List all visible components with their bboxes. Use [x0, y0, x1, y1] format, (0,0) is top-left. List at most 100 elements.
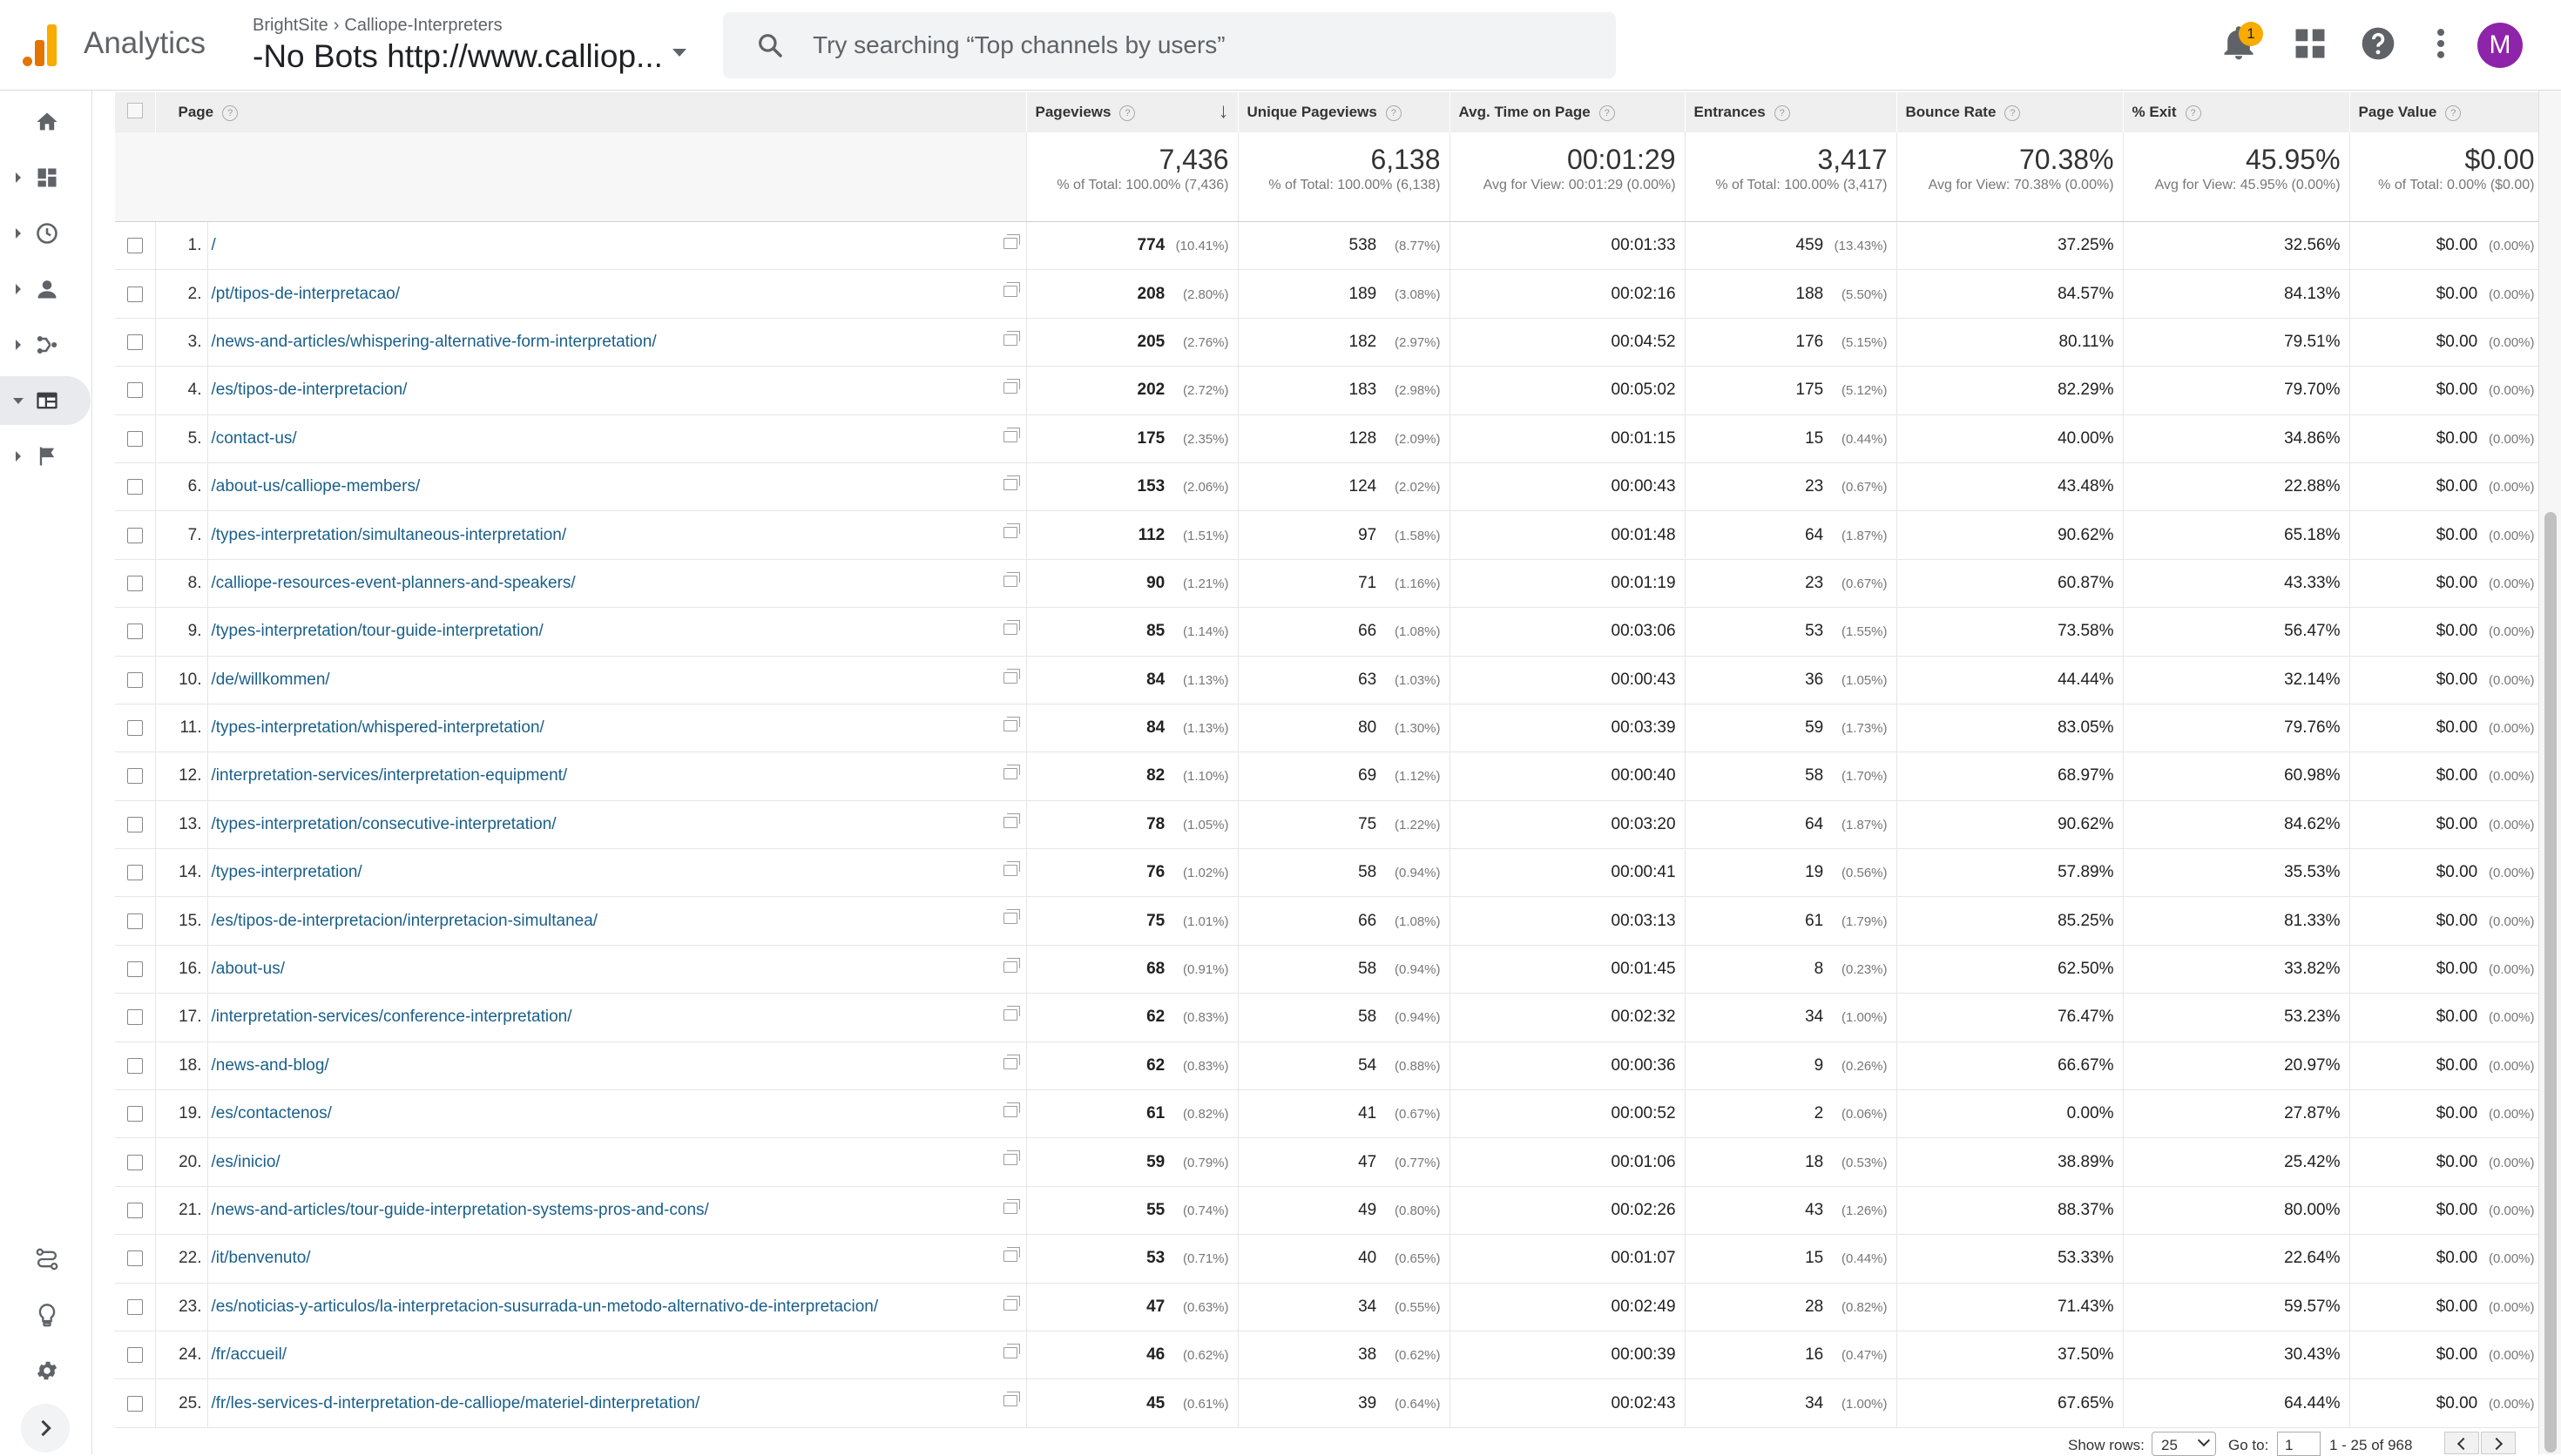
col-header-avg-time[interactable]: Avg. Time on Page?: [1449, 92, 1686, 132]
goto-input[interactable]: 1: [2277, 1432, 2321, 1456]
row-checkbox[interactable]: [115, 896, 156, 946]
row-checkbox[interactable]: [115, 318, 156, 367]
open-external-icon[interactable]: [1003, 1392, 1020, 1407]
col-header-pageviews[interactable]: Pageviews? ↓: [1026, 92, 1239, 132]
page-link[interactable]: /about-us/calliope-members/: [212, 477, 421, 495]
open-external-icon[interactable]: [1003, 1198, 1020, 1214]
scrollbar-thumb[interactable]: [2544, 512, 2557, 1453]
page-link[interactable]: /fr/accueil/: [212, 1345, 287, 1364]
open-external-icon[interactable]: [1003, 620, 1020, 636]
rail-realtime[interactable]: [0, 209, 92, 258]
open-external-icon[interactable]: [1003, 523, 1020, 539]
help-icon[interactable]: ?: [2004, 104, 2021, 121]
select-all-checkbox[interactable]: [115, 92, 156, 132]
row-checkbox[interactable]: [115, 607, 156, 657]
col-header-page-value[interactable]: Page Value?: [2349, 92, 2544, 132]
page-link[interactable]: /fr/les-services-d-interpretation-de-cal…: [212, 1394, 700, 1412]
analytics-logo[interactable]: [23, 24, 57, 66]
page-link[interactable]: /pt/tipos-de-interpretacao/: [212, 285, 401, 303]
row-checkbox[interactable]: [115, 1041, 156, 1091]
row-checkbox[interactable]: [115, 1186, 156, 1236]
search-input[interactable]: Try searching “Top channels by users”: [813, 31, 1226, 59]
page-link[interactable]: /types-interpretation/simultaneous-inter…: [212, 526, 567, 544]
next-page-button[interactable]: [2481, 1432, 2516, 1454]
open-external-icon[interactable]: [1003, 765, 1020, 780]
page-link[interactable]: /es/noticias-y-articulos/la-interpretaci…: [212, 1298, 879, 1316]
row-checkbox[interactable]: [115, 221, 156, 271]
page-link[interactable]: /contact-us/: [212, 429, 297, 448]
avatar[interactable]: M: [2477, 23, 2523, 68]
sort-desc-icon[interactable]: ↓: [1219, 99, 1229, 124]
page-link[interactable]: /es/tipos-de-interpretacion/interpretaci…: [212, 912, 598, 930]
open-external-icon[interactable]: [1003, 1006, 1020, 1021]
row-checkbox[interactable]: [115, 1234, 156, 1284]
rail-attribution[interactable]: [0, 1235, 92, 1284]
page-link[interactable]: /es/contactenos/: [212, 1104, 332, 1122]
view-selector[interactable]: -No Bots http://www.calliop...: [253, 38, 663, 75]
row-checkbox[interactable]: [115, 752, 156, 801]
page-link[interactable]: /: [212, 236, 216, 254]
caret-down-icon[interactable]: [672, 49, 686, 57]
help-icon[interactable]: ?: [2445, 104, 2462, 121]
col-header-bounce-rate[interactable]: Bounce Rate?: [1896, 92, 2124, 132]
open-external-icon[interactable]: [1003, 379, 1020, 394]
open-external-icon[interactable]: [1003, 1102, 1020, 1118]
page-link[interactable]: /types-interpretation/tour-guide-interpr…: [212, 622, 544, 640]
open-external-icon[interactable]: [1003, 282, 1020, 298]
open-external-icon[interactable]: [1003, 1343, 1020, 1358]
row-checkbox[interactable]: [115, 1283, 156, 1331]
page-link[interactable]: /news-and-blog/: [212, 1056, 329, 1075]
row-checkbox[interactable]: [115, 415, 156, 463]
row-checkbox[interactable]: [115, 800, 156, 850]
row-checkbox[interactable]: [115, 656, 156, 704]
open-external-icon[interactable]: [1003, 330, 1020, 346]
page-link[interactable]: /about-us/: [212, 960, 286, 978]
row-checkbox[interactable]: [115, 510, 156, 560]
open-external-icon[interactable]: [1003, 234, 1020, 249]
page-link[interactable]: /types-interpretation/consecutive-interp…: [212, 815, 557, 833]
page-link[interactable]: /de/willkommen/: [212, 671, 330, 689]
rail-discover[interactable]: [0, 1291, 92, 1339]
row-checkbox[interactable]: [115, 559, 156, 609]
open-external-icon[interactable]: [1003, 957, 1020, 973]
help-icon[interactable]: [2359, 24, 2397, 63]
open-external-icon[interactable]: [1003, 1150, 1020, 1166]
rail-home[interactable]: [0, 98, 92, 146]
row-checkbox[interactable]: [115, 1378, 156, 1428]
rail-customization[interactable]: [0, 153, 92, 202]
col-header-unique-pageviews[interactable]: Unique Pageviews?: [1238, 92, 1450, 132]
show-rows-select[interactable]: 25: [2152, 1432, 2216, 1456]
open-external-icon[interactable]: [1003, 475, 1020, 490]
row-checkbox[interactable]: [115, 848, 156, 898]
row-checkbox[interactable]: [115, 269, 156, 319]
prev-page-button[interactable]: [2444, 1432, 2479, 1454]
page-link[interactable]: /news-and-articles/tour-guide-interpreta…: [212, 1201, 709, 1219]
row-checkbox[interactable]: [115, 704, 156, 753]
page-link[interactable]: /es/inicio/: [212, 1153, 280, 1171]
page-link[interactable]: /types-interpretation/whispered-interpre…: [212, 718, 544, 737]
page-link[interactable]: /it/benvenuto/: [212, 1249, 311, 1267]
more-vert-icon[interactable]: [2422, 24, 2460, 63]
page-scrollbar[interactable]: [2538, 91, 2561, 1454]
row-checkbox[interactable]: [115, 945, 156, 994]
search-bar[interactable]: Try searching “Top channels by users”: [723, 12, 1616, 78]
page-link[interactable]: /news-and-articles/whispering-alternativ…: [212, 333, 657, 351]
page-link[interactable]: /interpretation-services/conference-inte…: [212, 1008, 572, 1026]
row-checkbox[interactable]: [115, 366, 156, 415]
rail-admin[interactable]: [0, 1346, 92, 1395]
open-external-icon[interactable]: [1003, 1295, 1020, 1311]
open-external-icon[interactable]: [1003, 909, 1020, 925]
help-icon[interactable]: ?: [2185, 104, 2201, 121]
page-link[interactable]: /es/tipos-de-interpretacion/: [212, 381, 408, 399]
page-link[interactable]: /calliope-resources-event-planners-and-s…: [212, 574, 576, 592]
open-external-icon[interactable]: [1003, 1247, 1020, 1263]
row-checkbox[interactable]: [115, 1089, 156, 1139]
account-breadcrumb[interactable]: BrightSite › Calliope-Interpreters: [253, 16, 503, 36]
help-icon[interactable]: ?: [1774, 104, 1790, 121]
help-icon[interactable]: ?: [1385, 104, 1402, 121]
col-header-exit[interactable]: % Exit?: [2123, 92, 2350, 132]
help-icon[interactable]: ?: [1119, 104, 1136, 121]
col-header-entrances[interactable]: Entrances?: [1685, 92, 1897, 132]
open-external-icon[interactable]: [1003, 571, 1020, 587]
rail-behavior[interactable]: [0, 376, 91, 425]
